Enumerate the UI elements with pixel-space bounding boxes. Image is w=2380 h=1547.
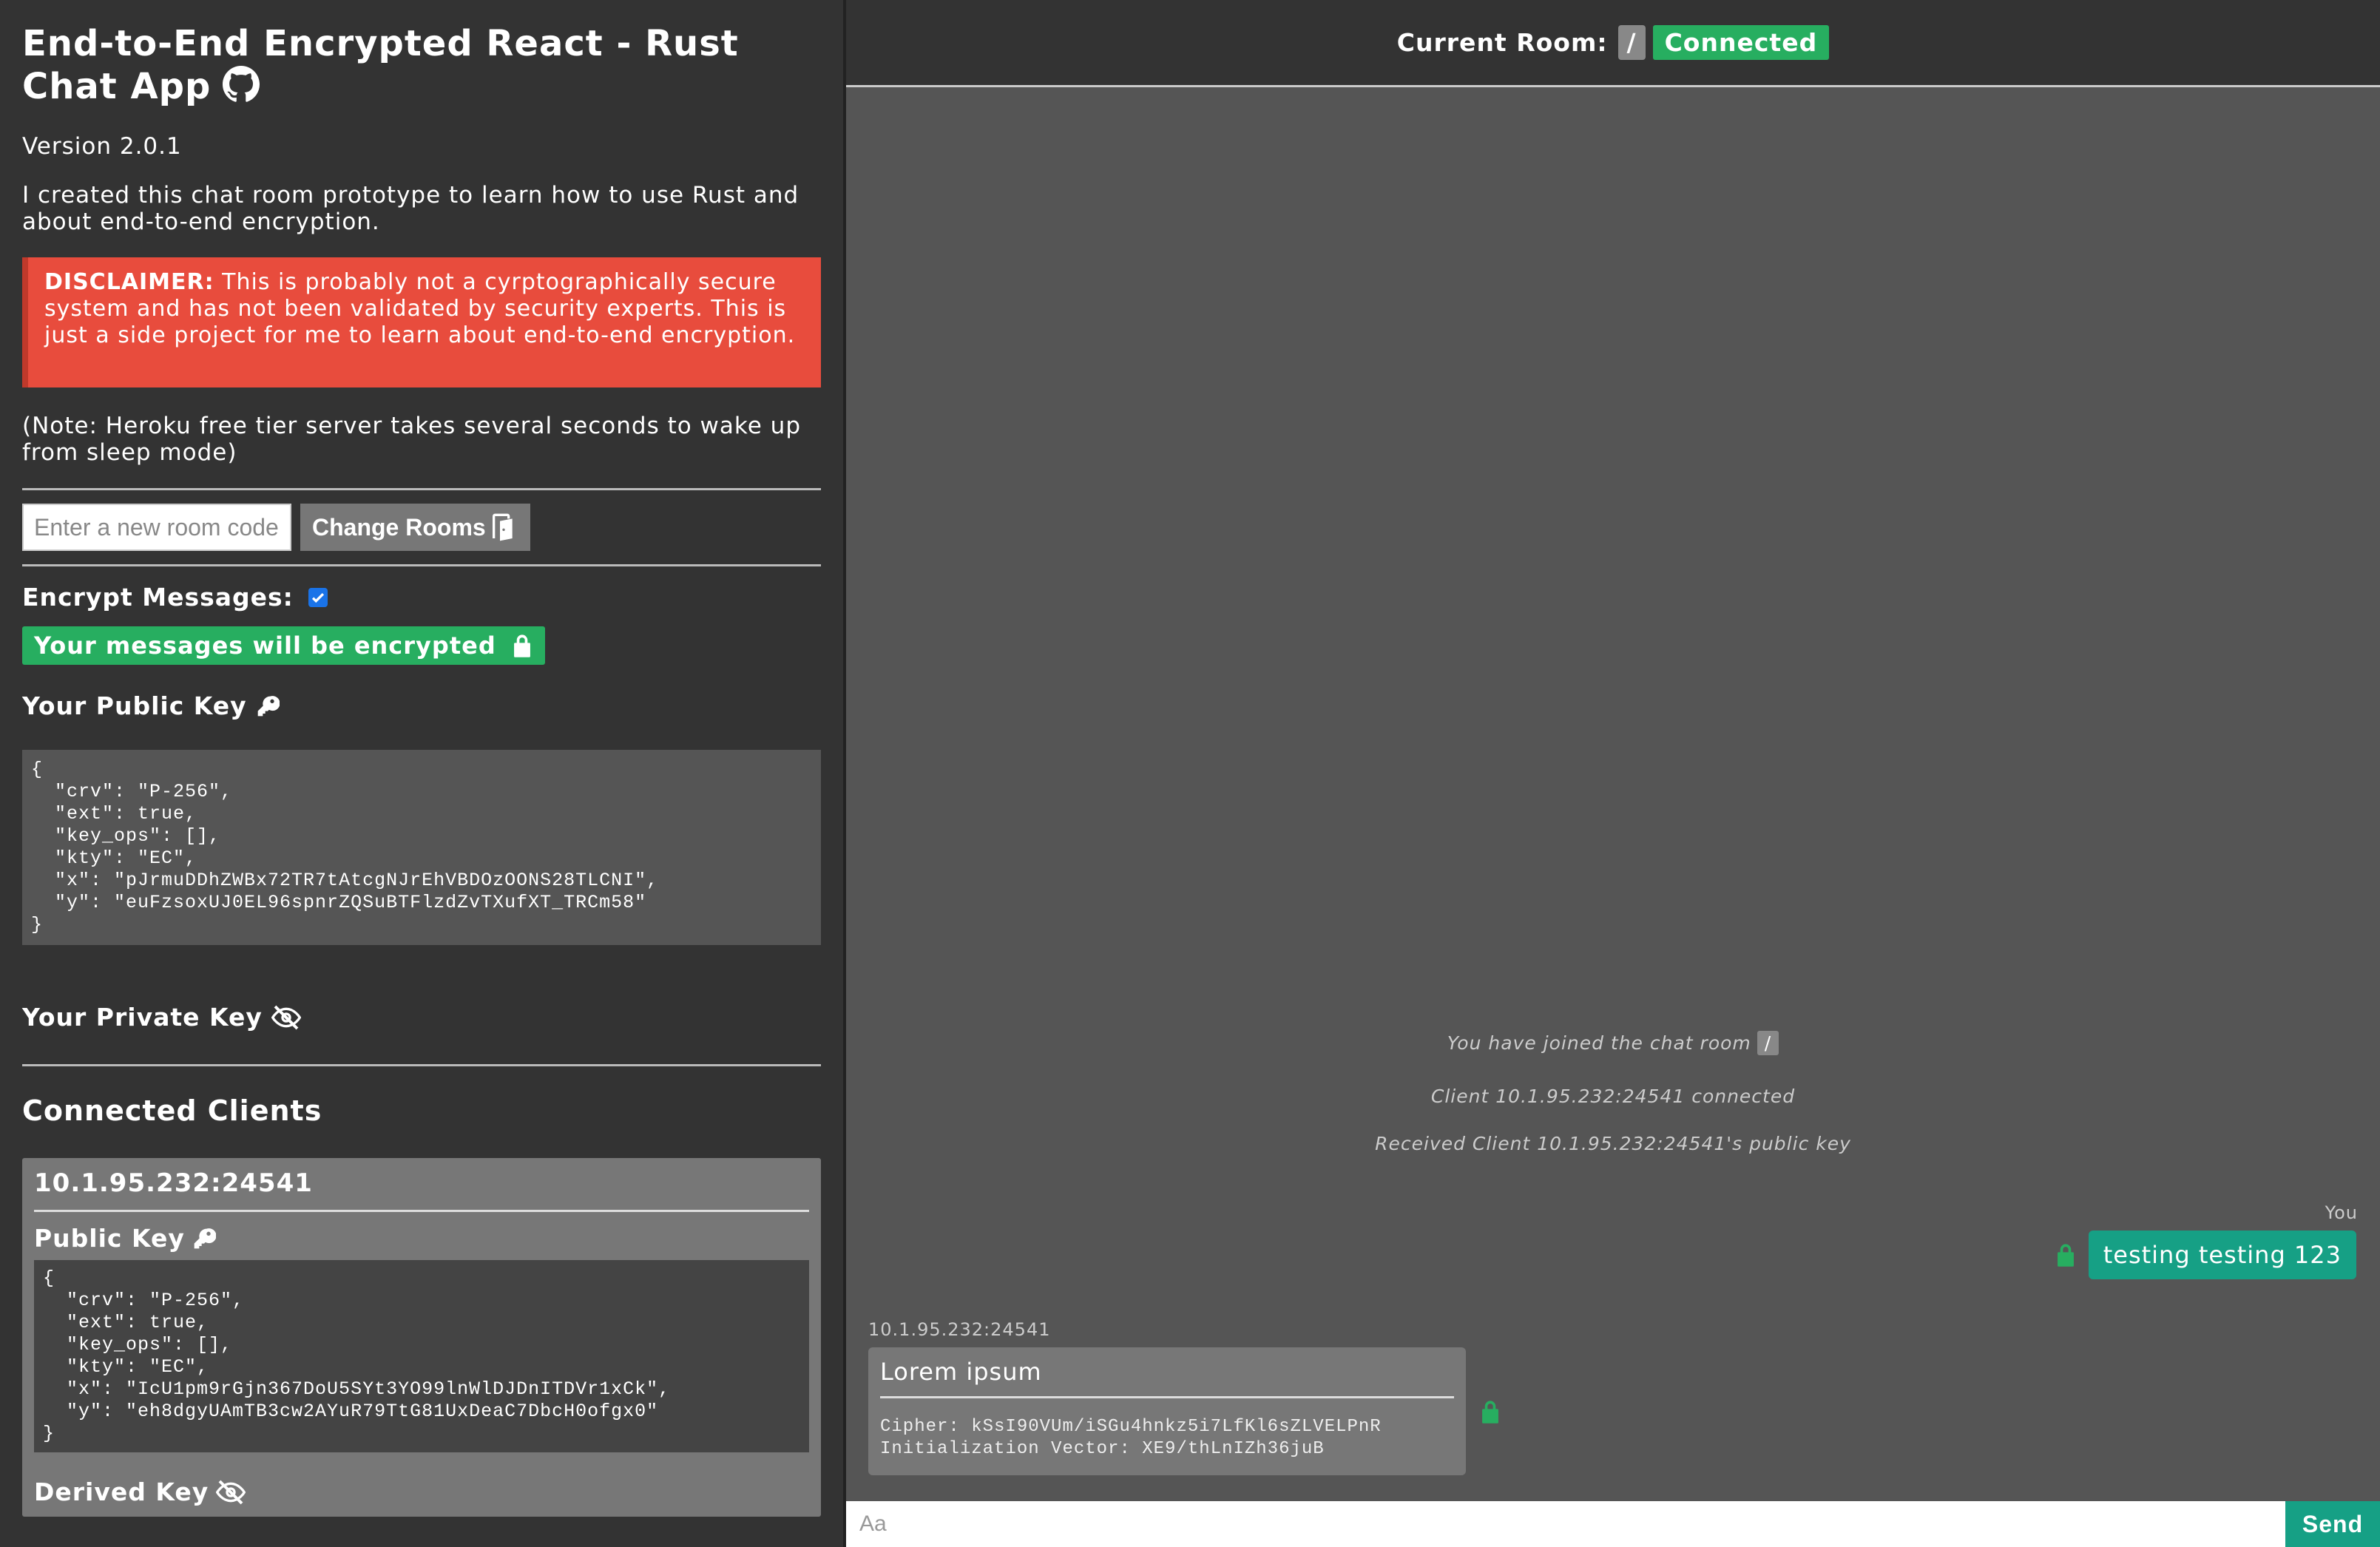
peer-message: Lorem ipsum Cipher: kSsI90VUm/iSGu4hnkz5…: [868, 1347, 1501, 1475]
peer-message-sender: 10.1.95.232:24541: [868, 1319, 1051, 1340]
lock-icon: [513, 634, 530, 657]
key-icon: [194, 1228, 216, 1248]
change-rooms-label: Change Rooms: [312, 513, 486, 541]
encrypt-checkbox[interactable]: [308, 587, 328, 607]
encrypt-label: Encrypt Messages:: [22, 583, 294, 612]
eye-slash-icon[interactable]: [271, 1005, 301, 1030]
client-derived-key-heading-text: Derived Key: [34, 1477, 209, 1506]
client-derived-key-heading: Derived Key: [34, 1477, 809, 1506]
client-public-key-json: { "crv": "P-256", "ext": true, "key_ops"…: [34, 1260, 809, 1452]
current-room-label: Current Room:: [1396, 28, 1608, 57]
send-button[interactable]: Send: [2285, 1501, 2380, 1547]
chat-panel: Current Room: / Connected You have joine…: [846, 0, 2380, 1547]
lock-icon: [2057, 1244, 2074, 1267]
client-divider: [34, 1210, 809, 1212]
change-rooms-button[interactable]: Change Rooms: [300, 504, 530, 551]
disclaimer-box: DISCLAIMER: This is probably not a cyrpt…: [22, 257, 821, 387]
client-public-key-heading-text: Public Key: [34, 1224, 185, 1253]
encryption-status-badge: Your messages will be encrypted: [22, 626, 545, 665]
message-composer: Send: [846, 1501, 2380, 1547]
chat-header: Current Room: / Connected: [846, 0, 2380, 87]
my-message-bubble: testing testing 123: [2088, 1231, 2356, 1279]
connected-clients-heading: Connected Clients: [22, 1094, 322, 1127]
system-message-text: You have joined the chat room: [1447, 1032, 1751, 1054]
github-icon[interactable]: [223, 66, 260, 103]
system-message: You have joined the chat room /: [846, 1031, 2380, 1055]
private-key-heading-text: Your Private Key: [22, 1003, 263, 1032]
peer-message-iv: Initialization Vector: XE9/thLnIZh36juB: [880, 1439, 1325, 1459]
message-input[interactable]: [846, 1501, 2285, 1547]
divider: [22, 488, 821, 490]
encryption-status-text: Your messages will be encrypted: [34, 632, 496, 660]
public-key-json: { "crv": "P-256", "ext": true, "key_ops"…: [22, 750, 821, 945]
heroku-note: (Note: Heroku free tier server takes sev…: [22, 413, 802, 466]
app-title: End-to-End Encrypted React - Rust Chat A…: [22, 22, 821, 108]
room-change-row: Change Rooms: [22, 504, 821, 551]
intro-text: I created this chat room prototype to le…: [22, 182, 799, 235]
app-title-text: End-to-End Encrypted React - Rust Chat A…: [22, 23, 739, 107]
client-address: 10.1.95.232:24541: [34, 1168, 313, 1198]
room-code-badge: /: [1757, 1031, 1779, 1055]
my-message-sender: You: [2325, 1202, 2358, 1223]
eye-slash-icon[interactable]: [216, 1480, 246, 1505]
public-key-heading: Your Public Key: [22, 691, 821, 720]
peer-message-text: Lorem ipsum: [880, 1358, 1042, 1386]
connection-status-badge: Connected: [1652, 25, 1830, 60]
divider: [22, 1064, 821, 1066]
app-version: Version 2.0.1: [22, 133, 182, 160]
key-icon: [257, 695, 280, 716]
public-key-heading-text: Your Public Key: [22, 691, 247, 720]
system-message: Client 10.1.95.232:24541 connected: [1430, 1086, 1796, 1107]
lock-icon: [1482, 1400, 1498, 1424]
private-key-heading: Your Private Key: [22, 1003, 821, 1032]
divider: [22, 564, 821, 566]
peer-message-divider: [880, 1396, 1454, 1398]
sidebar: End-to-End Encrypted React - Rust Chat A…: [0, 0, 843, 1547]
door-icon: [492, 513, 513, 541]
room-code-input[interactable]: [22, 504, 291, 551]
encrypt-toggle-row: Encrypt Messages:: [22, 583, 821, 612]
peer-message-cipher: Cipher: kSsI90VUm/iSGu4hnkz5i7LfKl6sZLVE…: [880, 1417, 1382, 1437]
disclaimer-label: DISCLAIMER:: [44, 269, 214, 295]
client-public-key-heading: Public Key: [34, 1224, 809, 1253]
client-card: 10.1.95.232:24541 Public Key { "crv": "P…: [22, 1158, 821, 1517]
peer-message-bubble: Lorem ipsum Cipher: kSsI90VUm/iSGu4hnkz5…: [868, 1347, 1466, 1475]
system-message: Received Client 10.1.95.232:24541's publ…: [1375, 1133, 1851, 1154]
room-code-badge: /: [1617, 25, 1646, 60]
my-message: testing testing 123: [2055, 1231, 2356, 1279]
